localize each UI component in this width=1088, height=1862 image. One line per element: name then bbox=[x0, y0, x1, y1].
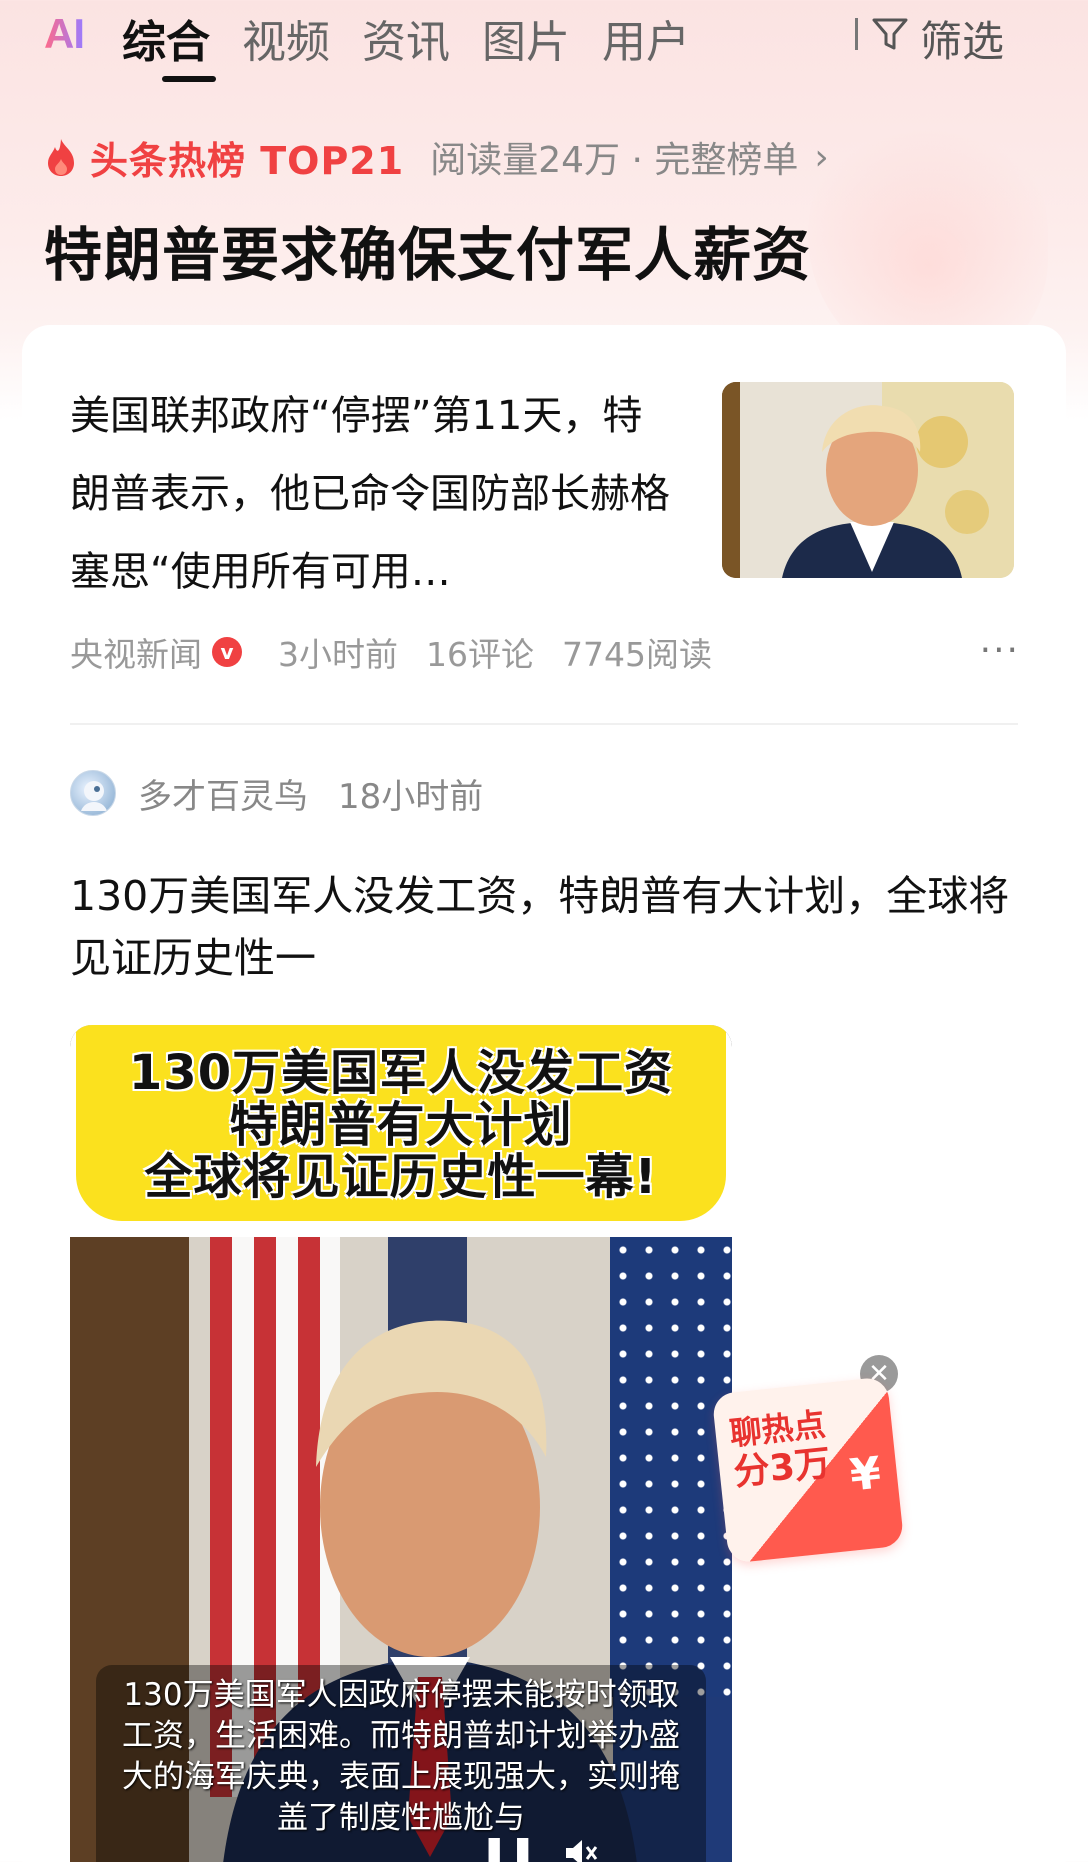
news-item-meta: 央视新闻 v 3小时前 16评论 7745阅读 ··· bbox=[70, 630, 1020, 674]
verified-icon: v bbox=[212, 637, 242, 667]
item-divider bbox=[70, 723, 1018, 725]
video-banner-line-3: 全球将见证历史性一幕! bbox=[144, 1149, 658, 1205]
news-comments: 16评论 bbox=[426, 635, 534, 674]
news-item-summary[interactable]: 美国联邦政府“停摆”第11天，特朗普表示，他已命令国防部长赫格塞思“使用所有可用… bbox=[70, 377, 680, 611]
hot-topic-headline[interactable]: 特朗普要求确保支付军人薪资 bbox=[44, 208, 811, 292]
yen-icon: ¥ bbox=[847, 1447, 884, 1502]
video-banner-line-1: 130万美国军人没发工资 bbox=[128, 1045, 674, 1101]
hot-list-bar[interactable]: 头条热榜 TOP21 阅读量24万 · 完整榜单 › bbox=[44, 132, 829, 183]
pause-icon[interactable]: ❚❚ bbox=[480, 1833, 537, 1862]
chevron-right-icon: › bbox=[814, 136, 829, 178]
tab-images[interactable]: 图片 bbox=[482, 6, 570, 70]
tab-news[interactable]: 资讯 bbox=[362, 6, 450, 70]
news-reads: 7745阅读 bbox=[562, 635, 712, 674]
post-time: 18小时前 bbox=[338, 776, 484, 817]
author-avatar[interactable] bbox=[70, 770, 116, 816]
video-banner-line-2: 特朗普有大计划 bbox=[229, 1097, 573, 1153]
fire-icon bbox=[44, 137, 78, 177]
news-item-thumbnail[interactable] bbox=[722, 382, 1014, 578]
filter-button[interactable]: 筛选 bbox=[870, 8, 1004, 69]
tab-users[interactable]: 用户 bbox=[602, 6, 690, 70]
post-title[interactable]: 130万美国军人没发工资，特朗普有大计划，全球将见证历史性一 bbox=[70, 865, 1030, 989]
top-nav: AI 综合 视频 资讯 图片 用户 筛选 bbox=[0, 0, 1088, 90]
mute-icon[interactable] bbox=[560, 1833, 600, 1862]
video-player[interactable]: 130万美国军人没发工资 特朗普有大计划 全球将见证历史性一幕! 130万美国军… bbox=[70, 1025, 732, 1862]
video-banner: 130万美国军人没发工资 特朗普有大计划 全球将见证历史性一幕! bbox=[76, 1025, 726, 1221]
author-name[interactable]: 多才百灵鸟 bbox=[138, 769, 308, 818]
red-packet-widget[interactable]: 聊热点 分3万 ¥ bbox=[711, 1376, 905, 1564]
filter-label: 筛选 bbox=[920, 17, 1005, 66]
hot-list-meta: 阅读量24万 · 完整榜单 bbox=[430, 140, 799, 181]
active-tab-indicator bbox=[162, 76, 216, 82]
hot-list-tag: 头条热榜 TOP21 bbox=[90, 138, 405, 183]
tab-video[interactable]: 视频 bbox=[242, 6, 330, 70]
filter-icon bbox=[870, 14, 910, 64]
results-card: 美国联邦政府“停摆”第11天，特朗普表示，他已命令国防部长赫格塞思“使用所有可用… bbox=[22, 325, 1066, 1862]
tab-all[interactable]: 综合 bbox=[122, 6, 210, 70]
video-caption-text: 130万美国军人因政府停摆未能按时领取工资，生活困难。而特朗普却计划举办盛大的海… bbox=[122, 1677, 680, 1836]
ai-logo[interactable]: AI bbox=[44, 10, 85, 58]
news-time: 3小时前 bbox=[278, 635, 398, 674]
more-options-icon[interactable]: ··· bbox=[980, 630, 1020, 671]
filter-divider bbox=[855, 18, 858, 50]
video-caption: 130万美国军人因政府停摆未能按时领取工资，生活困难。而特朗普却计划举办盛大的海… bbox=[96, 1665, 706, 1862]
author-row: 多才百灵鸟 18小时前 bbox=[70, 769, 484, 818]
news-source[interactable]: 央视新闻 bbox=[70, 628, 202, 676]
